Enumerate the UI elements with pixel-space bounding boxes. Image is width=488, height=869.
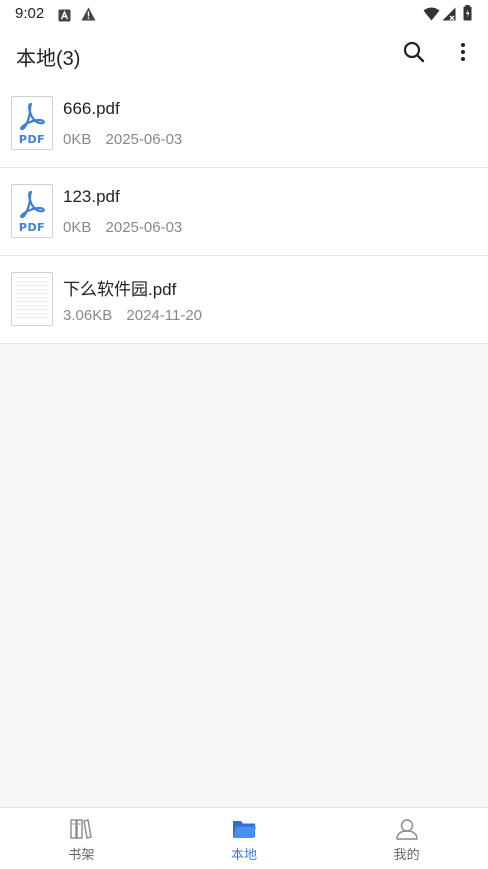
file-date: 2024-11-20 bbox=[126, 307, 203, 324]
document-preview bbox=[11, 272, 53, 326]
file-size: 3.06KB bbox=[63, 307, 113, 324]
nav-label: 我的 bbox=[393, 848, 420, 863]
nav-item-mine[interactable]: 我的 bbox=[325, 808, 488, 869]
wifi-icon bbox=[423, 6, 440, 25]
pdf-icon: PDF bbox=[11, 184, 53, 238]
nav-label: 书架 bbox=[68, 848, 95, 863]
file-name: 123.pdf bbox=[63, 187, 120, 206]
file-list: PDF 666.pdf 0KB 2025-06-03 PDF 123.pdf 0… bbox=[0, 80, 488, 344]
search-icon bbox=[403, 41, 425, 67]
screen: 9:02 本地(3) PDF 666.pdf 0KB 2025-06-03 PD… bbox=[0, 0, 488, 869]
file-size: 0KB bbox=[63, 131, 92, 148]
file-row[interactable]: 下么软件园.pdf 3.06KB 2024-11-20 bbox=[0, 256, 488, 344]
nav-label: 本地 bbox=[231, 848, 258, 863]
page-title: 本地(3) bbox=[16, 48, 81, 70]
signal-icon bbox=[442, 6, 456, 25]
file-name: 下么软件园.pdf bbox=[63, 280, 177, 299]
pdf-label: PDF bbox=[18, 133, 46, 146]
a-notification-icon bbox=[58, 7, 71, 26]
status-bar: 9:02 bbox=[0, 0, 488, 28]
bookshelf-icon bbox=[69, 816, 93, 842]
more-vert-icon bbox=[460, 42, 466, 66]
search-button[interactable] bbox=[400, 40, 428, 68]
file-meta: 3.06KB 2024-11-20 bbox=[63, 307, 202, 324]
status-time: 9:02 bbox=[15, 5, 45, 22]
battery-icon bbox=[463, 5, 472, 25]
app-bar: 本地(3) bbox=[0, 28, 488, 80]
bottom-nav: 书架 本地 我的 bbox=[0, 807, 488, 869]
file-date: 2025-06-03 bbox=[105, 219, 183, 236]
file-size: 0KB bbox=[63, 219, 92, 236]
pdf-label: PDF bbox=[18, 221, 46, 234]
person-icon bbox=[395, 816, 419, 842]
file-meta: 0KB 2025-06-03 bbox=[63, 219, 182, 236]
nav-item-bookshelf[interactable]: 书架 bbox=[0, 808, 163, 869]
pdf-icon: PDF bbox=[11, 96, 53, 150]
file-row[interactable]: PDF 666.pdf 0KB 2025-06-03 bbox=[0, 80, 488, 168]
file-meta: 0KB 2025-06-03 bbox=[63, 131, 182, 148]
folder-icon bbox=[231, 816, 257, 842]
file-name: 666.pdf bbox=[63, 99, 120, 118]
file-date: 2025-06-03 bbox=[105, 131, 183, 148]
document-lines bbox=[16, 277, 48, 321]
warning-icon bbox=[81, 6, 96, 25]
file-row[interactable]: PDF 123.pdf 0KB 2025-06-03 bbox=[0, 168, 488, 256]
more-options-button[interactable] bbox=[449, 40, 477, 68]
nav-item-local[interactable]: 本地 bbox=[163, 808, 326, 869]
